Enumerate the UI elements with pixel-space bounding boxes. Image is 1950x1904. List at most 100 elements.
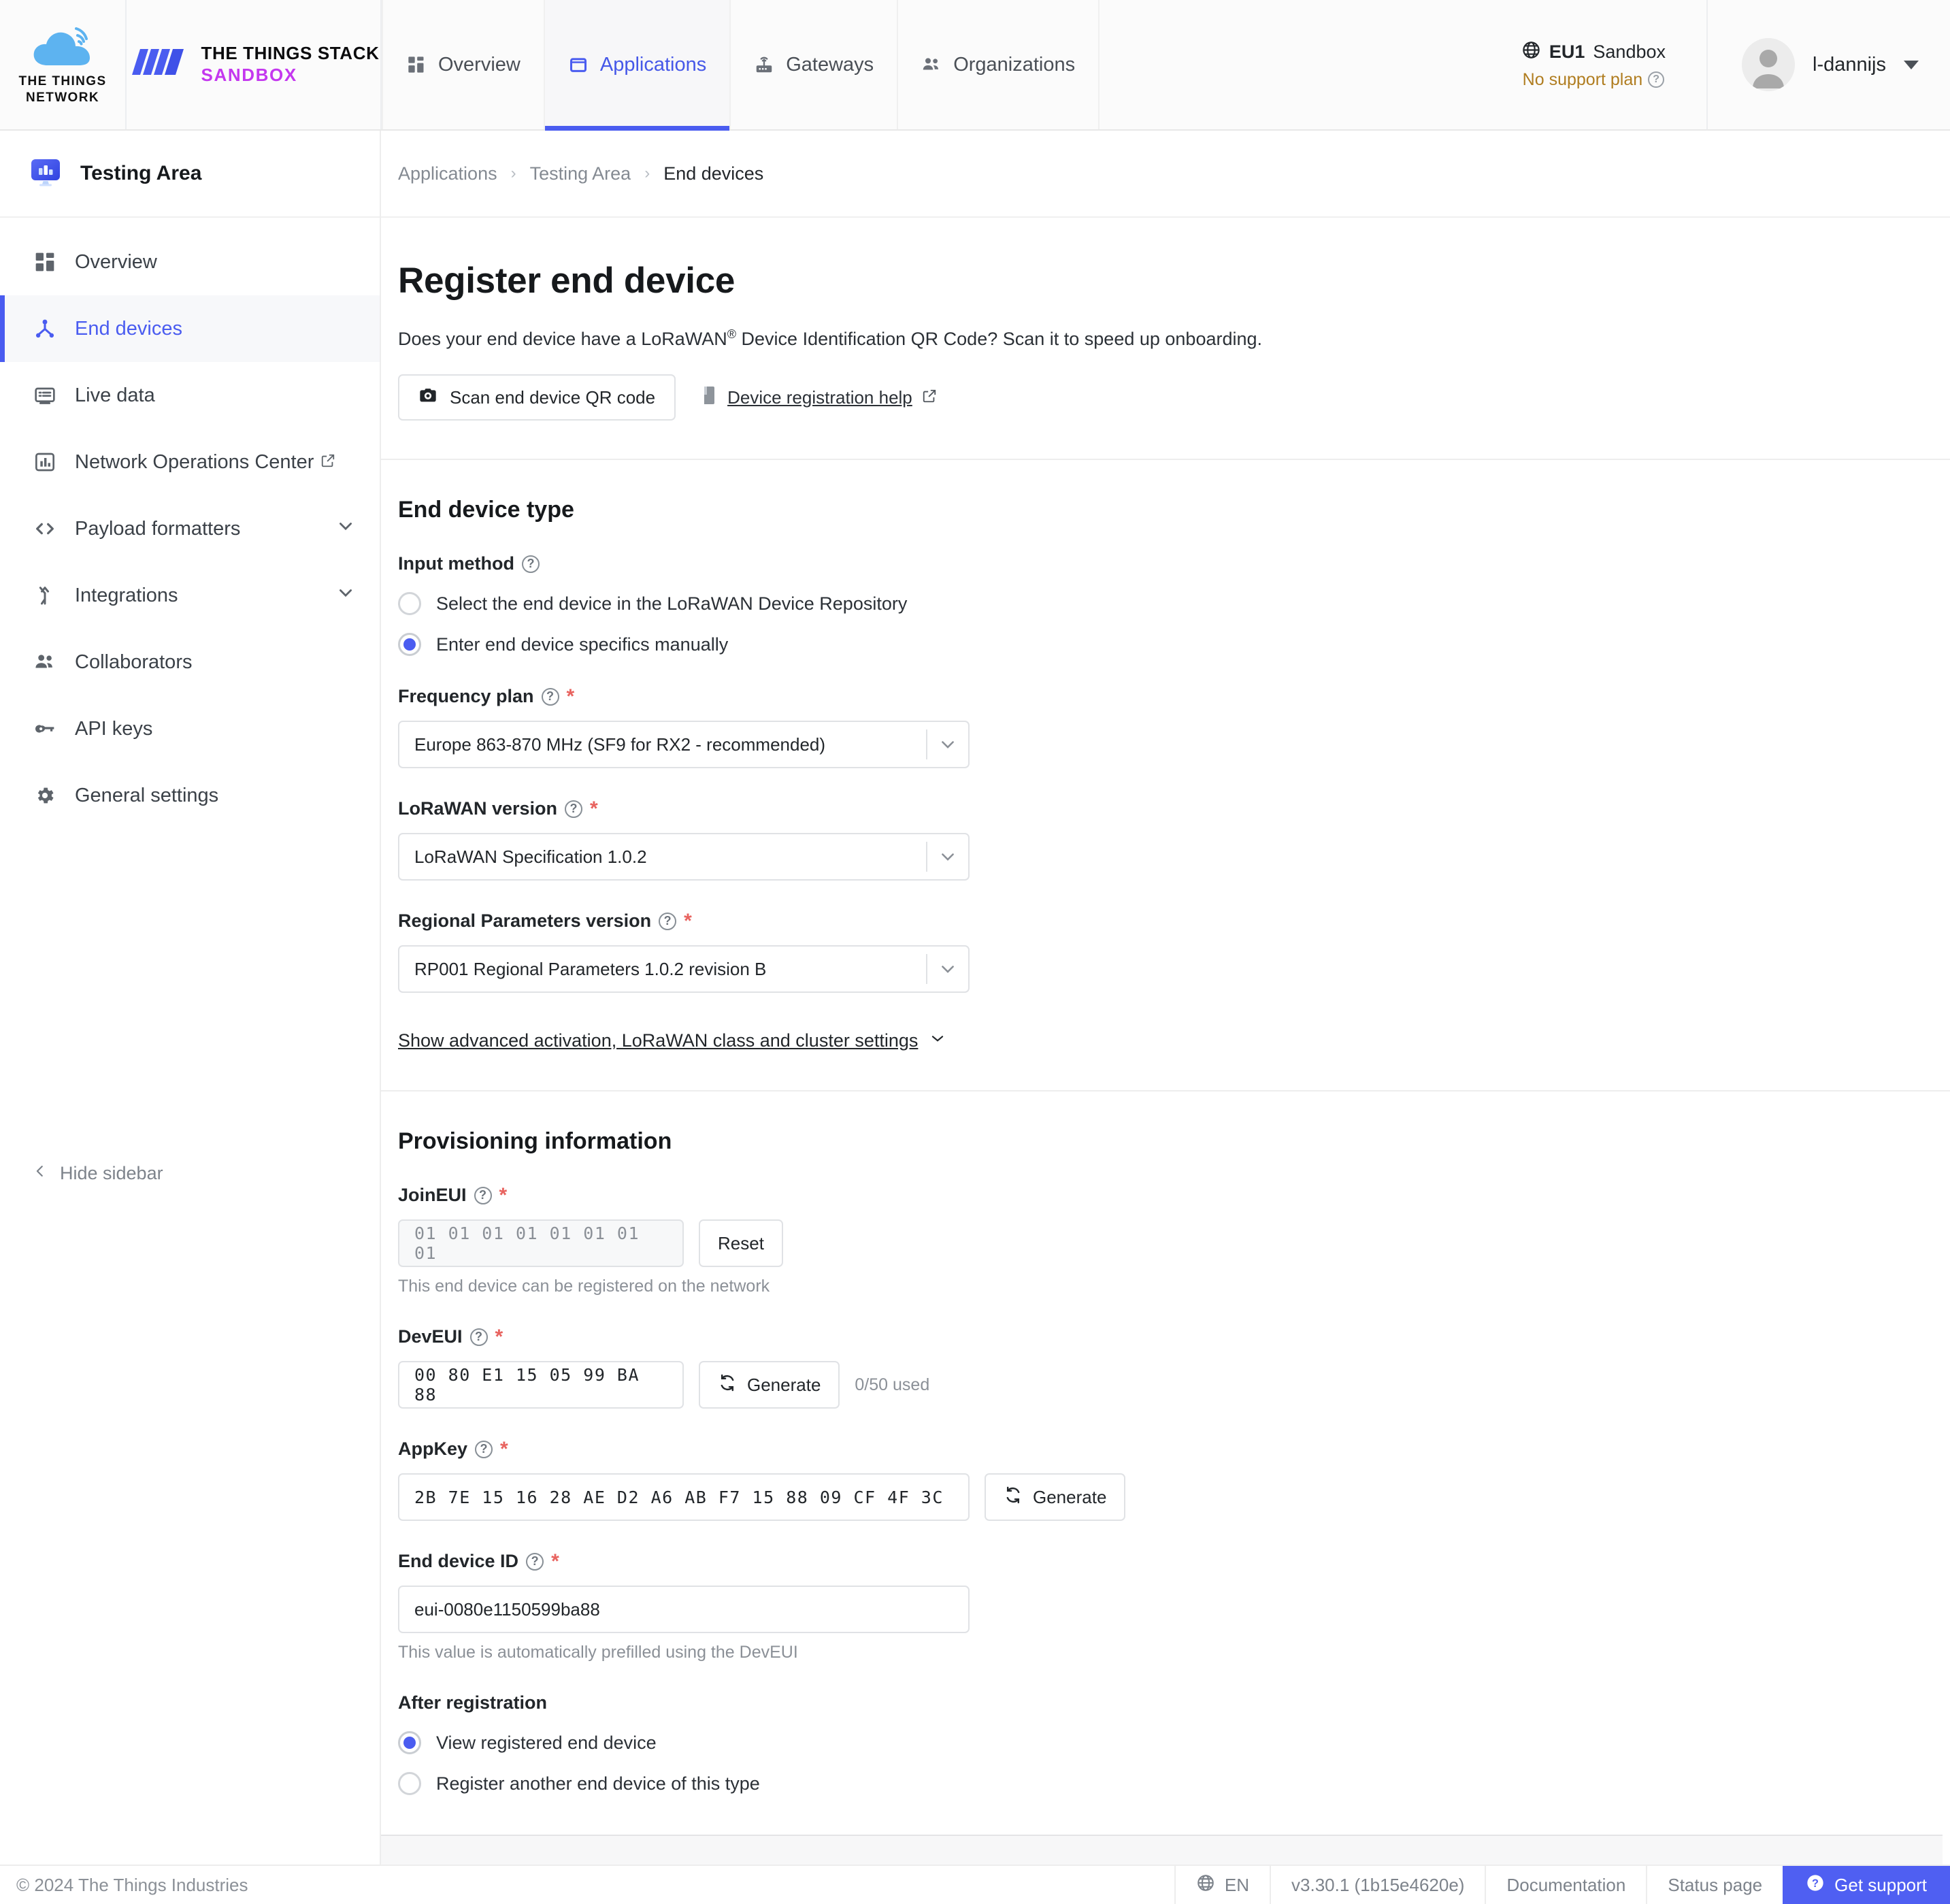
sidebar-item-general-settings[interactable]: General settings: [0, 762, 380, 829]
deveui-used-count: 0/50 used: [855, 1375, 930, 1394]
sidebar-item-network-operations-center[interactable]: Network Operations Center: [0, 429, 380, 495]
chevron-down-icon[interactable]: [336, 516, 355, 541]
help-icon[interactable]: ?: [659, 912, 677, 930]
ttn-logo[interactable]: THE THINGS NETWORK: [0, 0, 127, 129]
section-title-end-device-type: End device type: [398, 497, 574, 523]
radio-input-method-manual[interactable]: Enter end device specifics manually: [398, 633, 1950, 656]
question-circle-icon: ?: [1806, 1873, 1825, 1897]
sidebar-item-integrations[interactable]: Integrations: [0, 562, 380, 629]
deveui-generate-label: Generate: [747, 1374, 821, 1395]
required-asterisk: *: [566, 685, 575, 708]
sidebar-label-integrations: Integrations: [75, 584, 178, 606]
things-stack-logo[interactable]: THE THINGS STACK SANDBOX: [127, 0, 382, 129]
chevron-down-icon[interactable]: [927, 735, 968, 754]
sidebar-item-end-devices[interactable]: End devices: [0, 295, 380, 362]
help-icon[interactable]: ?: [565, 800, 583, 818]
nav-item-overview[interactable]: Overview: [382, 0, 545, 129]
help-icon[interactable]: ?: [474, 1186, 492, 1204]
refresh-icon: [718, 1373, 737, 1397]
sidebar-nav-list: Overview End devices Live data Network O…: [0, 218, 380, 829]
sidebar-item-live-data[interactable]: Live data: [0, 362, 380, 429]
regional-parameters-value: RP001 Regional Parameters 1.0.2 revision…: [414, 958, 767, 979]
deveui-generate-button[interactable]: Generate: [699, 1361, 840, 1409]
breadcrumb-applications[interactable]: Applications: [398, 163, 497, 184]
radio-input-method-repository[interactable]: Select the end device in the LoRaWAN Dev…: [398, 592, 1950, 615]
radio-circle-selected-icon: [398, 633, 421, 656]
footer-documentation-link[interactable]: Documentation: [1485, 1866, 1646, 1904]
lorawan-version-select[interactable]: LoRaWAN Specification 1.0.2: [398, 833, 970, 881]
organizations-icon: [921, 54, 942, 75]
joineui-value: 01 01 01 01 01 01 01 01: [414, 1224, 640, 1263]
sidebar-item-collaborators[interactable]: Collaborators: [0, 629, 380, 695]
appkey-generate-button[interactable]: Generate: [985, 1473, 1126, 1521]
scan-qr-label: Scan end device QR code: [450, 387, 656, 408]
joineui-hint: This end device can be registered on the…: [398, 1277, 770, 1296]
book-icon: [701, 386, 718, 410]
sidebar-item-payload-formatters[interactable]: Payload formatters: [0, 495, 380, 562]
breadcrumb-separator-icon: ›: [644, 164, 650, 182]
frequency-plan-select[interactable]: Europe 863-870 MHz (SF9 for RX2 - recomm…: [398, 721, 970, 768]
support-plan-help-icon[interactable]: ?: [1648, 71, 1665, 88]
joineui-input[interactable]: 01 01 01 01 01 01 01 01: [398, 1219, 684, 1267]
frequency-plan-value: Europe 863-870 MHz (SF9 for RX2 - recomm…: [414, 734, 826, 755]
input-method-label-text: Input method: [398, 553, 514, 574]
end-device-id-input[interactable]: eui-0080e1150599ba88: [398, 1586, 970, 1633]
sidebar-label-network-operations-center: Network Operations Center: [75, 450, 314, 473]
help-icon[interactable]: ?: [469, 1328, 488, 1346]
cluster-info[interactable]: EU1 Sandbox No support plan ?: [1494, 0, 1708, 129]
joineui-reset-button[interactable]: Reset: [699, 1219, 783, 1267]
sidebar-item-overview[interactable]: Overview: [0, 229, 380, 295]
radio-label-repository: Select the end device in the LoRaWAN Dev…: [436, 593, 908, 614]
page-title: Register end device: [398, 261, 736, 301]
help-icon[interactable]: ?: [526, 1552, 544, 1571]
page-footer: © 2024 The Things Industries EN v3.30.1 …: [0, 1865, 1950, 1904]
cloud-icon: [30, 23, 95, 71]
application-avatar-icon: [30, 157, 61, 191]
get-support-button[interactable]: ? Get support: [1783, 1866, 1950, 1904]
deveui-input[interactable]: 00 80 E1 15 05 99 BA 88: [398, 1361, 684, 1409]
required-asterisk: *: [684, 909, 692, 932]
chevron-down-icon[interactable]: [927, 959, 968, 979]
key-icon: [33, 717, 57, 741]
user-name: l-dannijs: [1813, 53, 1886, 76]
chevron-down-icon[interactable]: [1904, 60, 1919, 69]
lorawan-version-value: LoRaWAN Specification 1.0.2: [414, 846, 647, 867]
radio-circle-selected-icon: [398, 1731, 421, 1754]
nav-item-organizations[interactable]: Organizations: [898, 0, 1100, 129]
radio-view-registered-device[interactable]: View registered end device: [398, 1731, 1950, 1754]
ttn-wordmark: THE THINGS NETWORK: [18, 73, 107, 105]
help-icon[interactable]: ?: [521, 555, 540, 573]
sidebar-label-end-devices: End devices: [75, 317, 182, 340]
help-icon[interactable]: ?: [541, 687, 559, 706]
show-advanced-settings-toggle[interactable]: Show advanced activation, LoRaWAN class …: [398, 1030, 946, 1052]
scan-qr-button[interactable]: Scan end device QR code: [398, 374, 676, 421]
device-registration-help-link[interactable]: Device registration help: [701, 386, 937, 410]
appkey-generate-label: Generate: [1033, 1486, 1107, 1507]
support-plan-label: No support plan: [1522, 69, 1643, 89]
footer-status-page-link[interactable]: Status page: [1646, 1866, 1783, 1904]
help-icon[interactable]: ?: [475, 1440, 493, 1458]
cluster-tier: Sandbox: [1593, 42, 1666, 62]
regional-parameters-select[interactable]: RP001 Regional Parameters 1.0.2 revision…: [398, 945, 970, 993]
sidebar-label-live-data: Live data: [75, 384, 155, 406]
hide-sidebar-button[interactable]: Hide sidebar: [33, 1162, 163, 1185]
chevron-down-icon[interactable]: [927, 847, 968, 866]
sidebar-app-header[interactable]: Testing Area: [0, 131, 380, 218]
radio-register-another-device[interactable]: Register another end device of this type: [398, 1772, 1950, 1795]
user-menu[interactable]: l-dannijs: [1708, 0, 1950, 129]
appkey-input[interactable]: 2B 7E 15 16 28 AE D2 A6 AB F7 15 88 09 C…: [398, 1473, 970, 1521]
hide-sidebar-label: Hide sidebar: [60, 1163, 163, 1183]
nav-item-gateways[interactable]: Gateways: [731, 0, 899, 129]
chevron-down-icon[interactable]: [336, 583, 355, 608]
sidebar-item-api-keys[interactable]: API keys: [0, 695, 380, 762]
footer-language-selector[interactable]: EN: [1174, 1866, 1270, 1904]
nav-label-gateways: Gateways: [786, 53, 874, 76]
radio-circle-icon: [398, 592, 421, 615]
section-divider: [381, 1090, 1950, 1091]
breadcrumb-testing-area[interactable]: Testing Area: [530, 163, 631, 184]
collaborators-icon: [33, 650, 57, 674]
grid-icon: [406, 54, 427, 75]
end-device-id-value: eui-0080e1150599ba88: [414, 1598, 600, 1620]
nav-item-applications[interactable]: Applications: [544, 0, 731, 131]
subtitle-part2: Device Identification QR Code? Scan it t…: [736, 329, 1263, 349]
